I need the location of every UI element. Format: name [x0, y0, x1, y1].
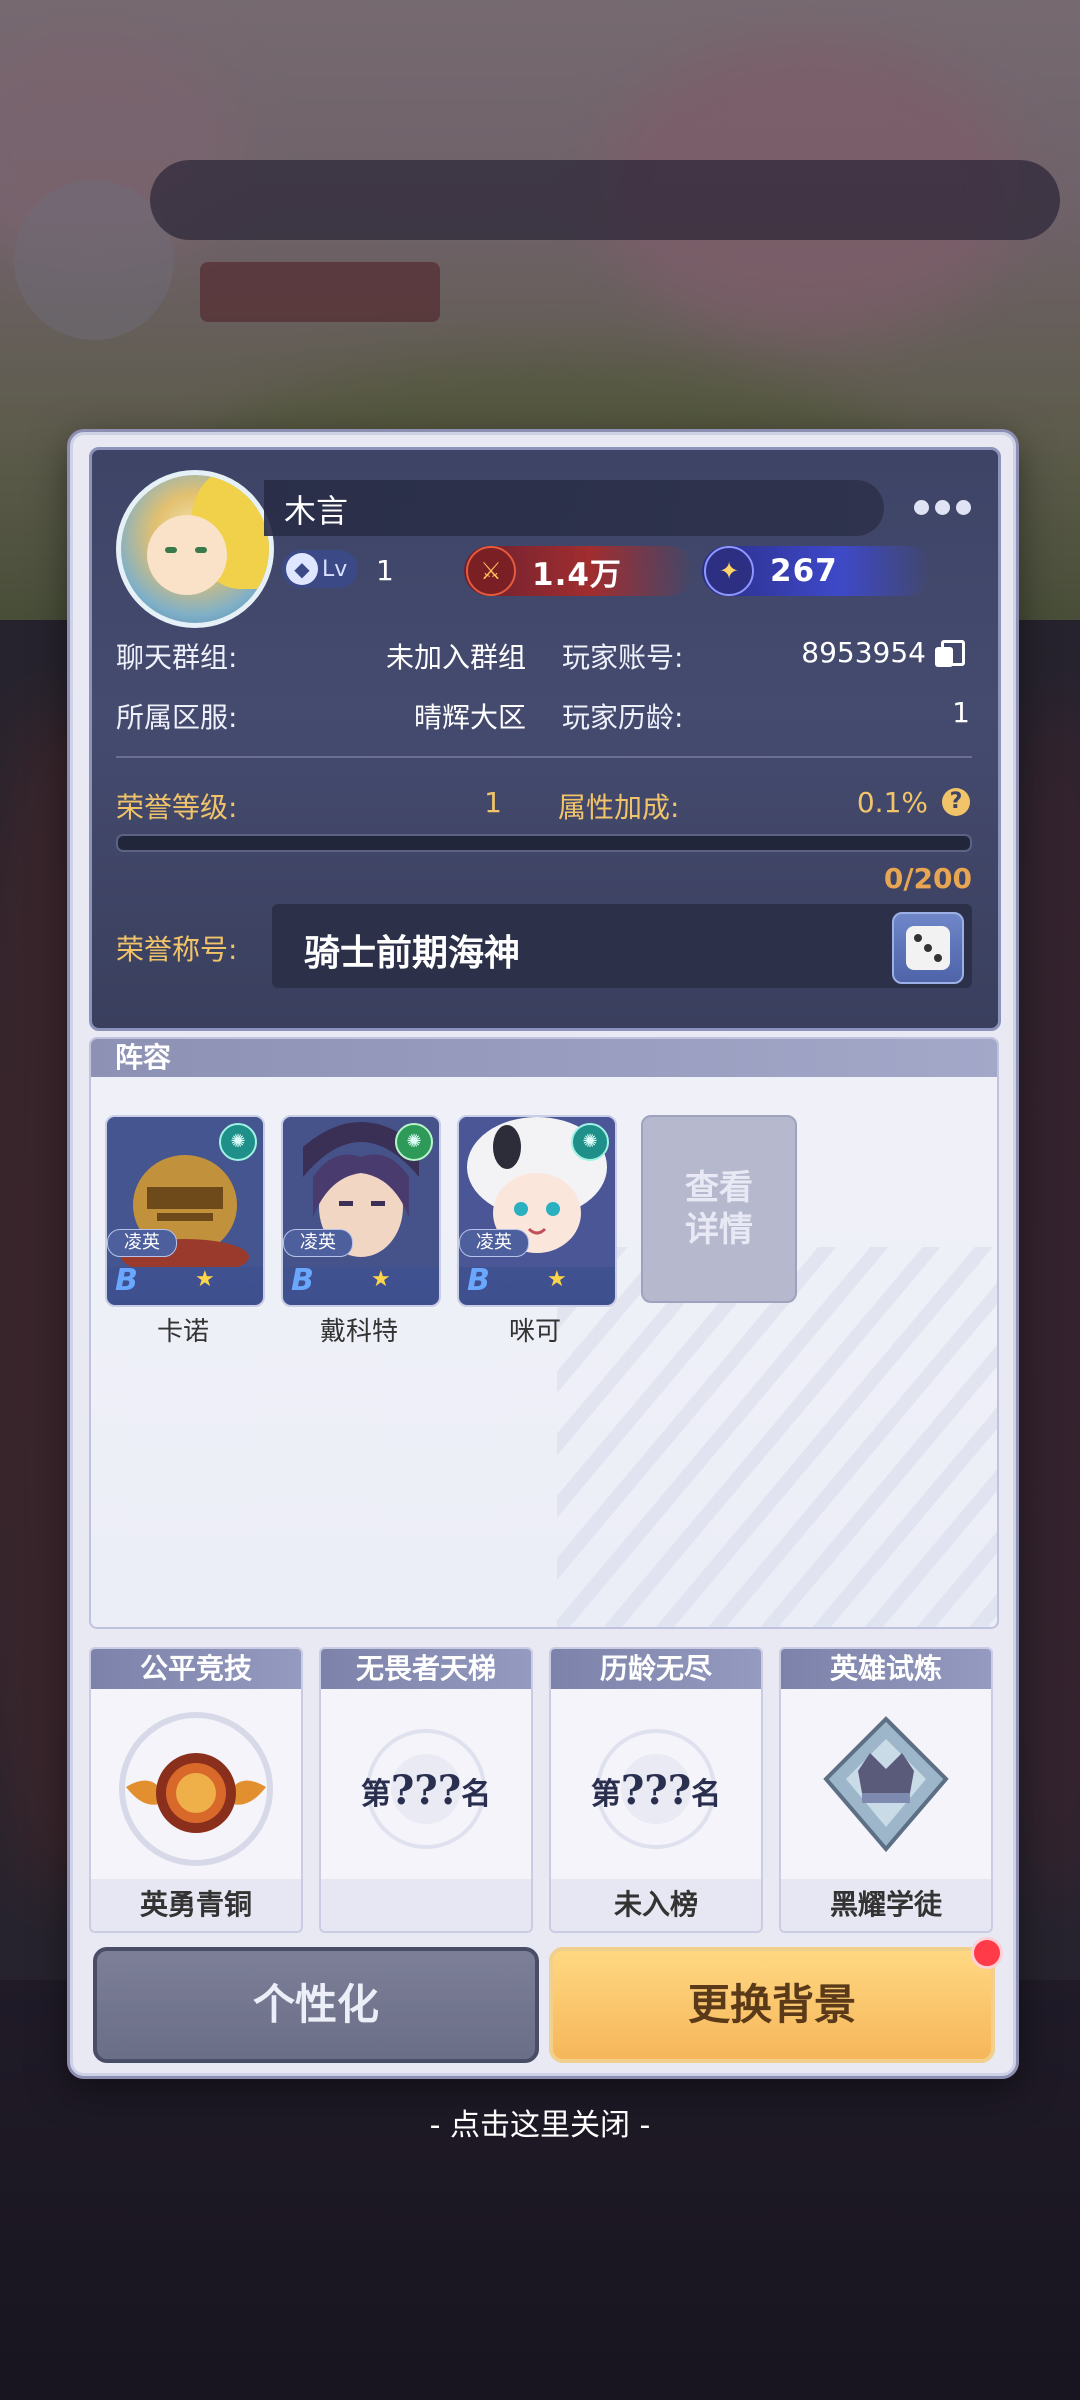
rank-prefix: 第 [360, 1777, 391, 1812]
power-stat: ⚔ 1.4万 [464, 546, 694, 596]
rank-prefix: 第 [590, 1777, 621, 1812]
hero-card-mico[interactable]: ✺ 凌英 B ★ [457, 1115, 617, 1307]
lineup-panel: 阵容 ✺ 凌英 B ★ 卡诺 ✺ 凌英 B ★ 戴科特 ✺ 凌英 B ★ 咪可 … [89, 1037, 999, 1629]
rank-card-hero-trial[interactable]: 英雄试炼 黑耀学徒 [779, 1647, 993, 1933]
hero-card-decot[interactable]: ✺ 凌英 B ★ [281, 1115, 441, 1307]
lineup-header: 阵容 [91, 1039, 997, 1077]
rank-card-footer [321, 1879, 531, 1931]
element-wind-icon: ✺ [571, 1123, 609, 1161]
copy-icon[interactable] [935, 640, 965, 668]
rank-placeholder: ??? [390, 1767, 462, 1814]
level-icon: ◆ [286, 553, 318, 585]
attr-bonus-label: 属性加成: [558, 791, 680, 824]
player-age-value: 1 [952, 696, 970, 729]
honor-title-label: 荣誉称号: [116, 933, 238, 966]
hero-name: 咪可 [508, 1317, 561, 1347]
view-details-button[interactable]: 查看 详情 [641, 1115, 797, 1303]
name-bar [264, 480, 884, 536]
personalize-button[interactable]: 个性化 [93, 1947, 539, 2063]
help-icon[interactable]: ? [942, 788, 970, 816]
unranked-emblem: 第???名 [576, 1709, 736, 1869]
bronze-medal-icon [119, 1712, 273, 1866]
account-label: 玩家账号: [562, 641, 684, 674]
honor-title-value: 骑士前期海神 [304, 933, 521, 974]
player-avatar[interactable] [116, 470, 274, 628]
rank-card-fearless-ladder[interactable]: 无畏者天梯 第???名 [319, 1647, 533, 1933]
element-leaf-icon: ✺ [395, 1123, 433, 1161]
power-icon: ⚔ [466, 546, 516, 596]
unranked-emblem: 第???名 [346, 1709, 506, 1869]
rank-card-title: 公平竞技 [91, 1649, 301, 1689]
honor-level-label: 荣誉等级: [116, 791, 238, 824]
honor-exp-text: 0/200 [883, 862, 972, 895]
honor-level-value: 1 [484, 786, 502, 819]
rank-suffix: 名 [691, 1777, 722, 1812]
hero-name: 戴科特 [319, 1317, 398, 1347]
hero-card-kano[interactable]: ✺ 凌英 B ★ [105, 1115, 265, 1307]
chat-group-value: 未加入群组 [385, 641, 526, 674]
rank-card-title: 历龄无尽 [551, 1649, 761, 1689]
player-profile-modal: 木言 ◆ Lv 1 ⚔ 1.4万 ✦ 267 聊天群组: 未加入群组 玩家账号:… [70, 432, 1016, 2076]
player-age-label: 玩家历龄: [562, 701, 684, 734]
server-label: 所属区服: [116, 701, 238, 734]
rank-card-fair-arena[interactable]: 公平竞技 英勇青铜 [89, 1647, 303, 1933]
rank-placeholder: ??? [620, 1767, 692, 1814]
rank-card-footer: 未入榜 [551, 1879, 761, 1931]
hero-name: 卡诺 [156, 1317, 209, 1347]
rank-card-footer: 黑耀学徒 [781, 1879, 991, 1931]
close-hint[interactable]: - 点击这里关闭 - [0, 2100, 1080, 2144]
chat-group-label: 聊天群组: [116, 641, 238, 674]
power-value: 1.4万 [532, 556, 622, 593]
more-options-icon[interactable] [914, 492, 984, 522]
player-name: 木言 [284, 492, 349, 530]
star-icon: ✦ [704, 546, 754, 596]
server-value: 晴辉大区 [413, 701, 526, 734]
rank-card-endless[interactable]: 历龄无尽 第???名 未入榜 [549, 1647, 763, 1933]
honor-progress-bar [116, 834, 972, 852]
notification-dot [971, 1937, 1003, 1969]
star-stat: ✦ 267 [702, 546, 932, 596]
dice-icon[interactable] [892, 912, 964, 984]
player-info-card: 木言 ◆ Lv 1 ⚔ 1.4万 ✦ 267 聊天群组: 未加入群组 玩家账号:… [89, 447, 1001, 1031]
attr-bonus-value: 0.1% [856, 786, 928, 819]
rank-card-title: 无畏者天梯 [321, 1649, 531, 1689]
rank-card-title: 英雄试炼 [781, 1649, 991, 1689]
change-background-button[interactable]: 更换背景 [549, 1947, 995, 2063]
account-value: 8953954 [801, 636, 926, 669]
rank-card-footer: 英勇青铜 [91, 1879, 301, 1931]
element-wind-icon: ✺ [219, 1123, 257, 1161]
rank-suffix: 名 [461, 1777, 492, 1812]
player-level: 1 [376, 554, 394, 587]
divider [116, 756, 972, 758]
level-badge: ◆ Lv [282, 550, 358, 588]
view-details-label: 查看 详情 [685, 1168, 753, 1250]
star-value: 267 [770, 553, 838, 589]
crown-badge-icon [823, 1716, 949, 1853]
